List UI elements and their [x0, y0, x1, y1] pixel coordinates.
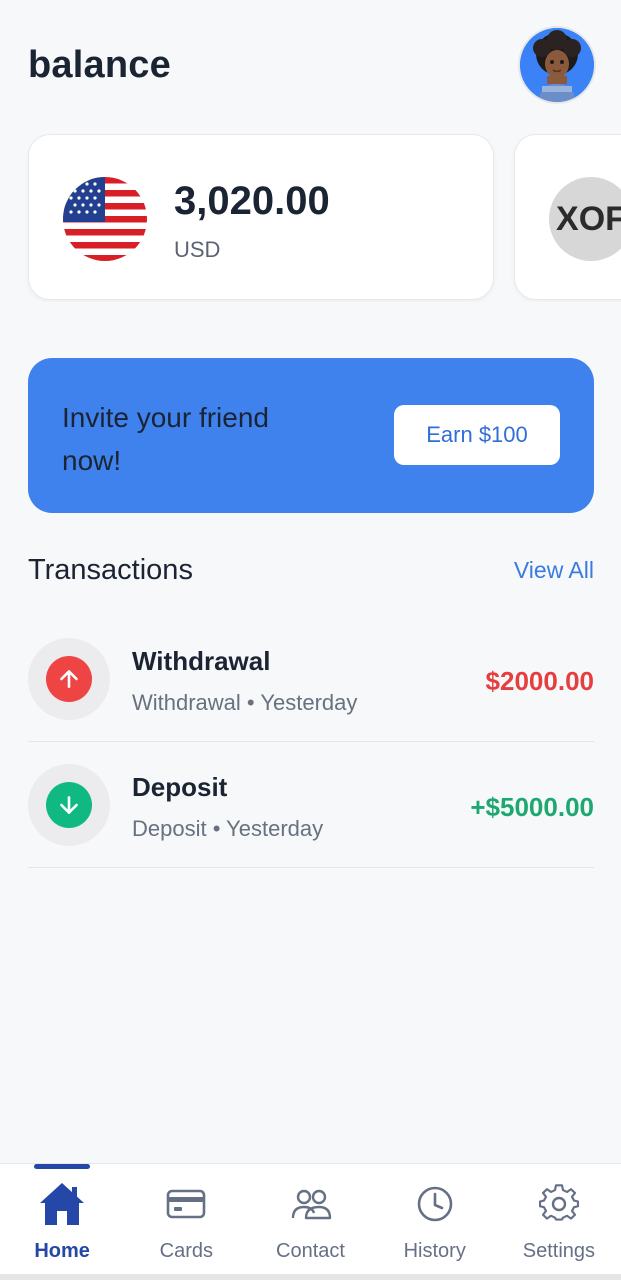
balance-card-usd[interactable]: 3,020.00 USD: [28, 134, 494, 300]
nav-label-contact: Contact: [276, 1240, 345, 1262]
nav-item-home[interactable]: Home: [0, 1164, 124, 1280]
transaction-amount: $2000.00: [485, 666, 594, 696]
header: balance: [28, 28, 594, 102]
balance-currency: USD: [174, 237, 221, 262]
transactions-title: Transactions: [28, 553, 193, 586]
transaction-name: Withdrawal: [132, 646, 271, 676]
bottom-nav: Home Cards Contact History Settings: [0, 1163, 621, 1280]
transaction-row[interactable]: Withdrawal Withdrawal • Yesterday $2000.…: [28, 616, 594, 742]
transaction-subtitle: Withdrawal • Yesterday: [132, 690, 358, 715]
nav-label-cards: Cards: [159, 1240, 213, 1262]
nav-label-settings: Settings: [522, 1240, 596, 1262]
nav-active-indicator: [34, 1164, 91, 1169]
transaction-row[interactable]: Deposit Deposit • Yesterday +$5000.00: [28, 742, 594, 868]
system-home-bar: [0, 1274, 621, 1280]
nav-label-history: History: [403, 1240, 466, 1262]
nav-item-history[interactable]: History: [373, 1164, 497, 1280]
nav-item-cards[interactable]: Cards: [124, 1164, 248, 1280]
invite-banner: Invite your friend now! Earn $100: [28, 358, 594, 513]
earn-button[interactable]: Earn $100: [394, 405, 560, 465]
user-avatar[interactable]: [520, 28, 594, 102]
transaction-name: Deposit: [132, 772, 228, 802]
avatar-image: [520, 28, 594, 102]
transaction-subtitle: Deposit • Yesterday: [132, 816, 324, 841]
xof-coin-icon: XOF: [549, 177, 621, 261]
invite-text: Invite your friend now!: [62, 402, 269, 476]
transaction-icon-bg: [28, 638, 110, 720]
nav-item-settings[interactable]: Settings: [497, 1164, 621, 1280]
gear-icon: [535, 1180, 583, 1228]
card-icon: [162, 1180, 210, 1228]
transactions-header: Transactions View All: [28, 550, 594, 590]
arrow-up-icon: [46, 656, 92, 702]
view-all-link[interactable]: View All: [514, 557, 594, 584]
us-flag-icon: [63, 177, 147, 261]
transaction-icon-bg: [28, 764, 110, 846]
transactions-list: Withdrawal Withdrawal • Yesterday $2000.…: [28, 616, 594, 868]
clock-icon: [411, 1180, 459, 1228]
users-icon: [287, 1180, 335, 1228]
arrow-down-icon: [46, 782, 92, 828]
balance-amount: 3,020.00: [174, 179, 330, 223]
balance-carousel[interactable]: 3,020.00 USD XOF: [0, 134, 621, 302]
transaction-amount: +$5000.00: [470, 792, 594, 822]
nav-item-contact[interactable]: Contact: [248, 1164, 372, 1280]
page-title: balance: [28, 43, 171, 86]
nav-label-home: Home: [34, 1240, 90, 1262]
home-icon: [38, 1180, 86, 1228]
balance-card-xof[interactable]: XOF: [514, 134, 621, 300]
